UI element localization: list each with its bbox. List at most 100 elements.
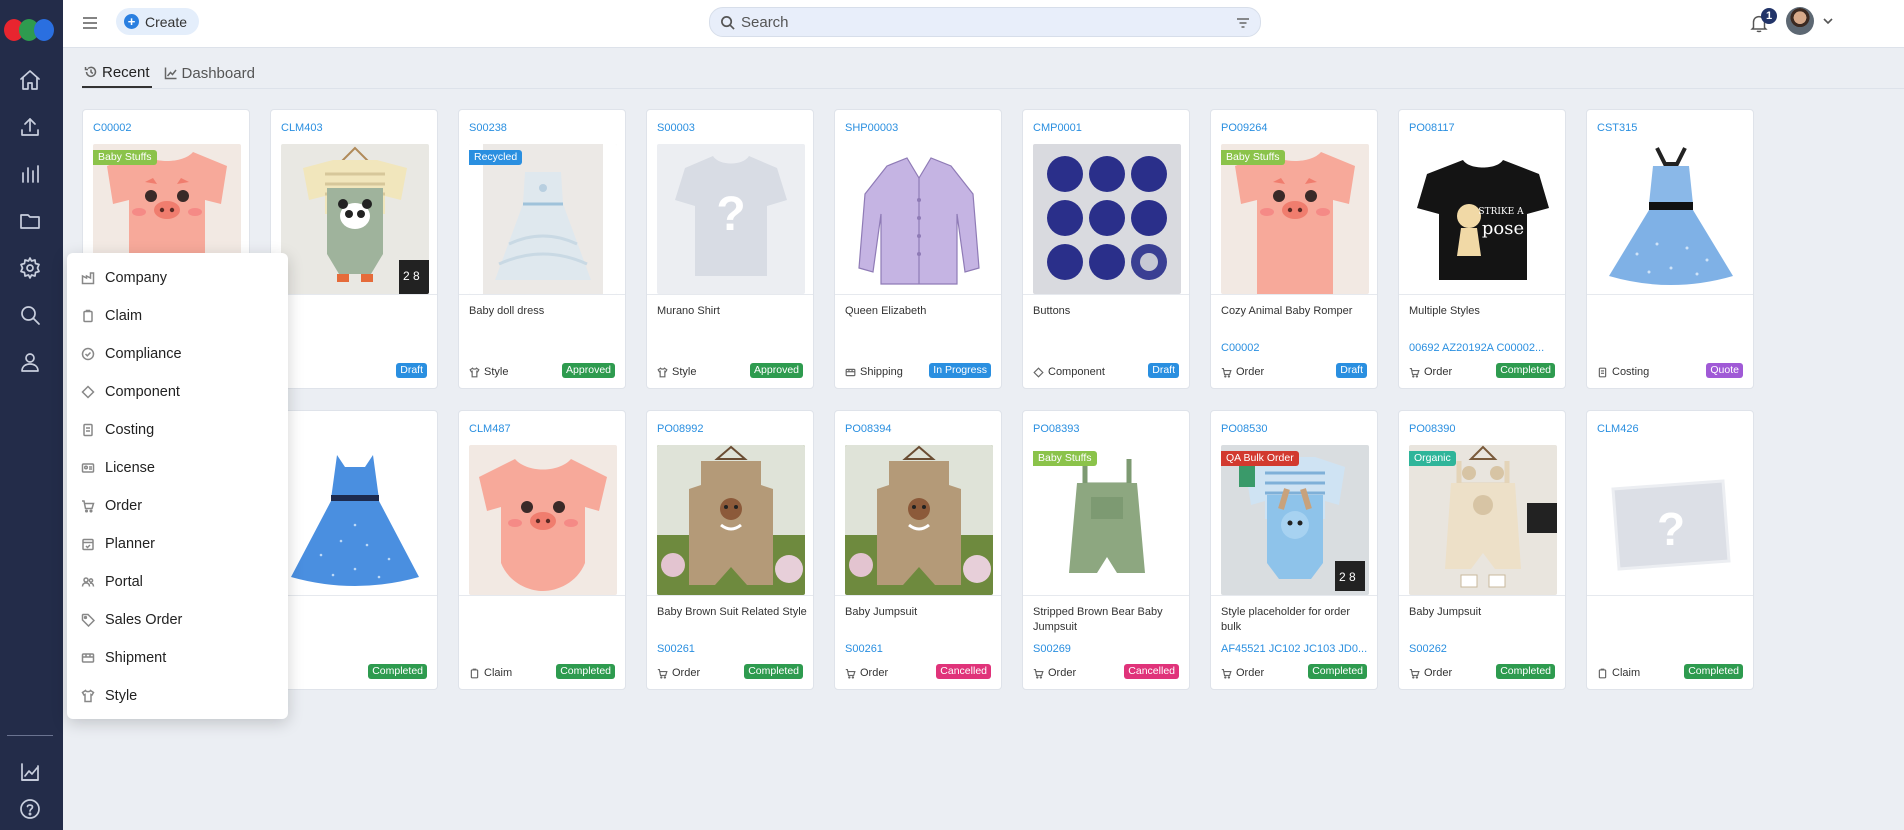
item-related-codes[interactable]: S00269 — [1033, 643, 1183, 655]
item-related-codes[interactable]: 00692 AZ20192A C00002... — [1409, 342, 1559, 354]
item-code-link[interactable]: SHP00003 — [845, 122, 898, 134]
item-code-link[interactable]: C00002 — [93, 122, 132, 134]
menu-item-order[interactable]: Order — [67, 487, 288, 525]
item-card[interactable]: S00003? Murano Shirt Style Approved — [646, 109, 814, 389]
user-icon[interactable] — [17, 349, 43, 375]
item-related-codes[interactable]: S00261 — [845, 643, 995, 655]
item-related-codes[interactable]: AF45521 JC102 JC103 JD0... — [1221, 643, 1371, 655]
menu-item-costing[interactable]: Costing — [67, 411, 288, 449]
item-code-link[interactable]: CMP0001 — [1033, 122, 1082, 134]
card-divider — [835, 294, 1001, 295]
help-icon[interactable] — [17, 796, 43, 822]
item-card[interactable]: SHP00003 Queen Elizabeth Shipping In Progre… — [834, 109, 1002, 389]
gear-icon[interactable] — [17, 255, 43, 281]
item-card[interactable]: PO08393 Baby Stuffs Stripped Brown Bear Ba… — [1022, 410, 1190, 690]
item-thumbnail[interactable]: Baby Stuffs — [1221, 144, 1369, 294]
item-code-link[interactable]: S00003 — [657, 122, 695, 134]
search-input[interactable] — [741, 13, 1221, 31]
item-type: Order — [1409, 366, 1452, 378]
item-thumbnail[interactable] — [281, 445, 429, 595]
menu-item-portal[interactable]: Portal — [67, 563, 288, 601]
item-card[interactable]: PO08390 Organic Baby Jumpsuit S00262 Order Co… — [1398, 410, 1566, 690]
item-code-link[interactable]: PO09264 — [1221, 122, 1267, 134]
item-code-link[interactable]: PO08390 — [1409, 423, 1455, 435]
create-button[interactable]: + Create — [116, 8, 200, 35]
item-title: Style placeholder for order bulk — [1221, 606, 1351, 633]
history-icon — [84, 66, 97, 78]
item-thumbnail[interactable] — [1597, 144, 1745, 294]
item-code-link[interactable]: CST315 — [1597, 122, 1637, 134]
menu-item-style[interactable]: Style — [67, 677, 288, 715]
menu-item-compliance[interactable]: Compliance — [67, 335, 288, 373]
status-badge: Draft — [1336, 363, 1367, 378]
item-thumbnail[interactable] — [845, 445, 993, 595]
menu-item-license[interactable]: License — [67, 449, 288, 487]
item-code-link[interactable]: CLM487 — [469, 423, 511, 435]
item-thumbnail[interactable]: 2 8 QA Bulk Order — [1221, 445, 1369, 595]
item-code-link[interactable]: S00238 — [469, 122, 507, 134]
app-logo[interactable] — [4, 19, 56, 41]
home-icon[interactable] — [17, 67, 43, 93]
item-card[interactable]: CLM403 2 8 Draft — [270, 109, 438, 389]
item-code-link[interactable]: PO08117 — [1409, 122, 1455, 134]
item-thumbnail[interactable]: ? — [657, 144, 805, 294]
bar-chart-icon[interactable] — [17, 161, 43, 187]
filter-icon[interactable] — [1236, 16, 1250, 30]
item-thumbnail[interactable]: STRIKE Apose — [1409, 144, 1557, 294]
item-related-codes[interactable]: C00002 — [1221, 342, 1371, 354]
item-card[interactable]: CMP0001 Buttons Component Draft — [1022, 109, 1190, 389]
item-thumbnail[interactable]: Organic — [1409, 445, 1557, 595]
item-related-codes[interactable]: S00261 — [657, 643, 807, 655]
menu-item-claim[interactable]: Claim — [67, 297, 288, 335]
upload-icon[interactable] — [17, 114, 43, 140]
item-card[interactable]: PO08530 2 8 QA Bulk Order Style placeholder… — [1210, 410, 1378, 690]
shipment-icon — [81, 653, 95, 663]
item-code-link[interactable]: CLM426 — [1597, 423, 1639, 435]
item-code-link[interactable]: CLM403 — [281, 122, 323, 134]
item-card[interactable]: S00238 Recycled Baby doll dress Style Approv… — [458, 109, 626, 389]
menu-item-label: Planner — [105, 536, 155, 552]
item-card[interactable]: PO08992 Baby Brown Suit Related Style S002… — [646, 410, 814, 690]
item-code-link[interactable]: PO08393 — [1033, 423, 1079, 435]
item-card[interactable]: CLM487 Claim Completed — [458, 410, 626, 690]
folder-icon[interactable] — [17, 208, 43, 234]
menu-item-component[interactable]: Component — [67, 373, 288, 411]
search-icon[interactable] — [17, 302, 43, 328]
item-title: Multiple Styles — [1409, 305, 1480, 317]
cart-icon — [1409, 367, 1420, 378]
item-card[interactable]: PO09264 Baby Stuffs Cozy Animal Baby Rompe… — [1210, 109, 1378, 389]
item-thumbnail[interactable]: 2 8 — [281, 144, 429, 294]
item-card[interactable]: CST315 Costing Quote — [1586, 109, 1754, 389]
item-type: Shipping — [845, 366, 903, 378]
plus-icon: + — [124, 14, 139, 29]
item-related-codes[interactable]: S00262 — [1409, 643, 1559, 655]
item-thumbnail[interactable]: Recycled — [469, 144, 617, 294]
item-type-label: Order — [1236, 667, 1265, 679]
item-code-link[interactable]: PO08992 — [657, 423, 703, 435]
tab-recent[interactable]: Recent — [82, 58, 152, 88]
chevron-down-icon[interactable] — [1822, 14, 1834, 26]
users-icon — [81, 577, 95, 587]
tab-dashboard[interactable]: Dashboard — [162, 58, 257, 88]
item-type-label: Component — [1048, 366, 1105, 378]
menu-item-planner[interactable]: Planner — [67, 525, 288, 563]
menu-item-company[interactable]: Company — [67, 259, 288, 297]
avatar[interactable] — [1786, 7, 1814, 35]
report-icon[interactable] — [17, 759, 43, 785]
menu-toggle-icon[interactable] — [81, 14, 99, 32]
item-thumbnail[interactable]: ? — [1597, 445, 1745, 595]
item-thumbnail[interactable] — [1033, 144, 1181, 294]
menu-item-sales-order[interactable]: Sales Order — [67, 601, 288, 639]
item-card[interactable]: Completed — [270, 410, 438, 690]
item-thumbnail[interactable]: Baby Stuffs — [1033, 445, 1181, 595]
item-code-link[interactable]: PO08394 — [845, 423, 891, 435]
item-thumbnail[interactable] — [845, 144, 993, 294]
item-code-link[interactable]: PO08530 — [1221, 423, 1267, 435]
item-thumbnail[interactable] — [657, 445, 805, 595]
item-card[interactable]: PO08394 Baby Jumpsuit S00261 Order Cancelled — [834, 410, 1002, 690]
item-card[interactable]: PO08117 STRIKE Apose Multiple Styles 00692 … — [1398, 109, 1566, 389]
card-divider — [1211, 595, 1377, 596]
item-card[interactable]: CLM426? Claim Completed — [1586, 410, 1754, 690]
menu-item-shipment[interactable]: Shipment — [67, 639, 288, 677]
item-thumbnail[interactable] — [469, 445, 617, 595]
